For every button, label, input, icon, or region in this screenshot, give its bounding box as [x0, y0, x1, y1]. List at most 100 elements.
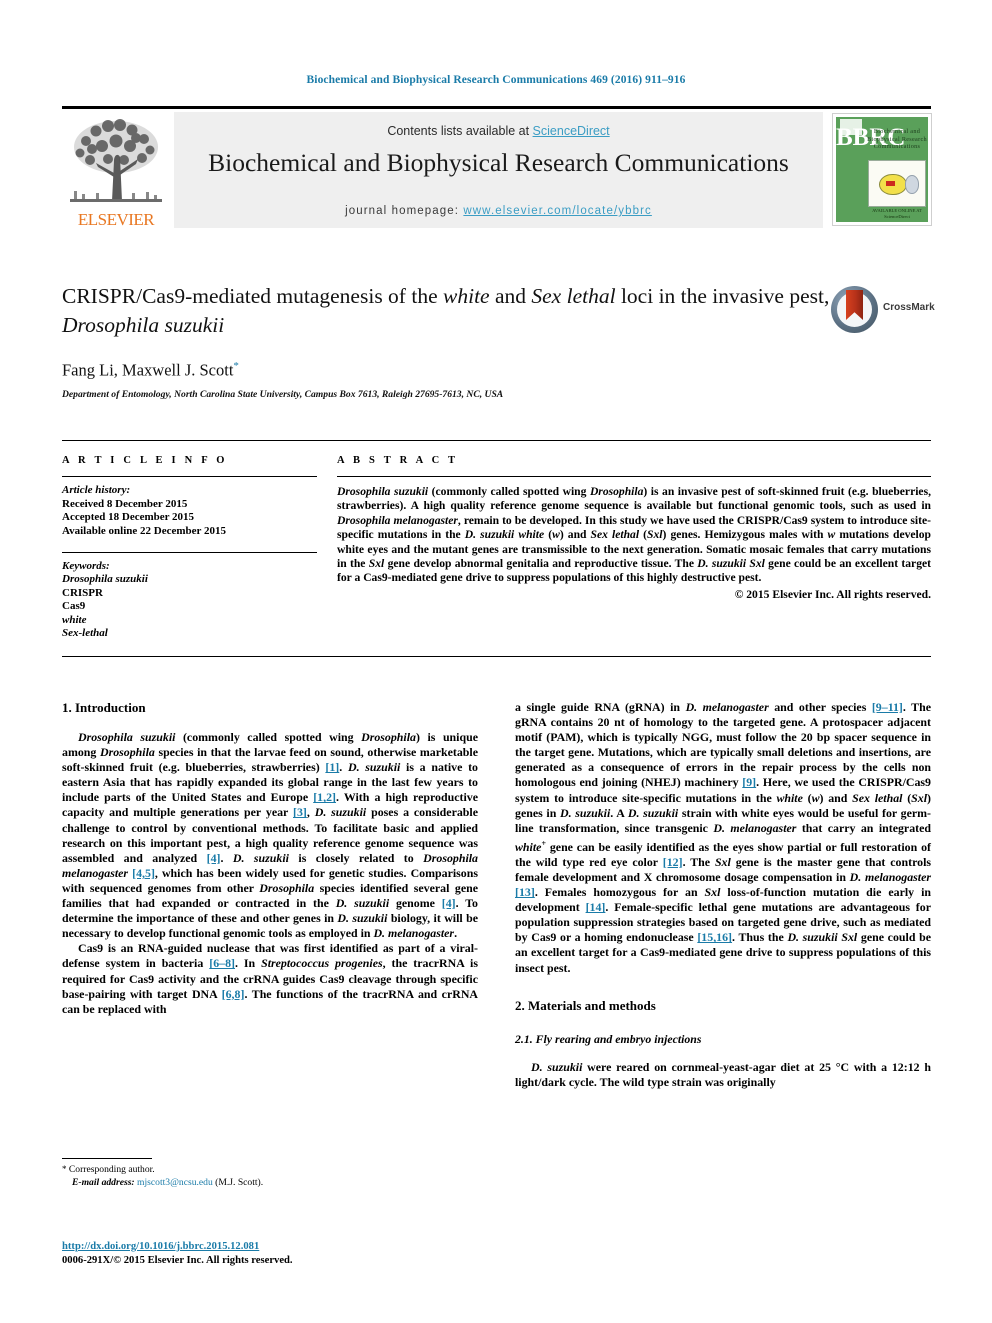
italic-term: D. suzukii Sxl: [787, 930, 858, 945]
citation-reference[interactable]: [9]: [742, 775, 756, 789]
divider: [62, 552, 317, 553]
italic-term: Drosophila melanogaster: [337, 513, 458, 527]
keyword-item: white: [62, 613, 87, 626]
citation-reference[interactable]: [4,5]: [132, 866, 155, 880]
body-column-left: 1. Introduction Drosophila suzukii (comm…: [62, 700, 478, 1017]
citation-reference[interactable]: [6–8]: [209, 956, 235, 970]
divider: [62, 476, 317, 477]
email-link[interactable]: mjscott3@ncsu.edu: [137, 1177, 213, 1188]
text-run: ) and: [819, 790, 853, 805]
email-suffix: (M.J. Scott).: [215, 1176, 264, 1188]
title-gene-sexlethal: Sex lethal: [531, 284, 616, 308]
citation-reference[interactable]: [4]: [207, 851, 221, 865]
italic-term: D. melanogaster: [849, 870, 932, 884]
text-run: ) genes. Hemizygous males with: [662, 528, 828, 542]
journal-masthead: ELSEVIER Contents lists available at Sci…: [62, 106, 932, 229]
title-species: Drosophila suzukii: [62, 313, 225, 337]
footnote-corresponding-text: Corresponding author.: [68, 1164, 155, 1175]
abstract-heading: A B S T R A C T: [337, 455, 459, 466]
text-run: (: [802, 790, 812, 805]
text-run: . Thus the: [732, 930, 788, 945]
text-run: gene develop abnormal genitalia and repr…: [384, 557, 698, 571]
running-head: Biochemical and Biophysical Research Com…: [306, 74, 686, 86]
citation-reference[interactable]: [1]: [325, 760, 339, 774]
italic-term: D. suzukii Sxl: [697, 557, 765, 571]
abstract-column: A B S T R A C T Drosophila suzukii (comm…: [337, 441, 931, 601]
text-run: (commonly called spotted wing: [428, 485, 590, 498]
title-segment: loci in the invasive pest,: [615, 284, 830, 308]
journal-cover-thumbnail[interactable]: BBRC Biochemical and Biophysical Researc…: [832, 113, 932, 226]
citation-reference[interactable]: [14]: [586, 900, 606, 914]
italic-term: white: [776, 790, 803, 805]
citation-reference[interactable]: [3]: [293, 805, 307, 819]
masthead-banner: Contents lists available at ScienceDirec…: [174, 112, 823, 228]
italic-term: white: [515, 839, 542, 854]
section-heading-introduction: 1. Introduction: [62, 700, 146, 715]
keyword-item: Sex-lethal: [62, 627, 108, 640]
doi-link[interactable]: http://dx.doi.org/10.1016/j.bbrc.2015.12…: [62, 1241, 259, 1252]
italic-term: D. melanogaster: [373, 926, 455, 941]
text-run: ) and: [559, 528, 591, 542]
crossmark-icon: [831, 286, 878, 333]
italic-term: D. suzukii: [347, 760, 401, 775]
citation-reference[interactable]: [1,2]: [313, 790, 336, 804]
keyword-item: Cas9: [62, 600, 86, 613]
citation-reference[interactable]: [13]: [515, 885, 535, 899]
text-run: .: [220, 850, 233, 865]
cover-footer-text: AVAILABLE ONLINE AT ScienceDirect: [872, 208, 922, 219]
text-run: . The: [682, 854, 715, 869]
italic-term: Drosophila suzukii: [337, 485, 429, 498]
title-block: CRISPR/Cas9-mediated mutagenesis of the …: [62, 282, 935, 400]
keywords-label: Keywords:: [62, 560, 110, 572]
crossmark-badge[interactable]: CrossMark: [831, 286, 935, 338]
contents-prefix: Contents lists available at: [387, 124, 533, 138]
text-run: is closely related to: [288, 850, 424, 865]
article-history-label: Article history:: [62, 484, 131, 496]
text-run: a single guide RNA (gRNA) in: [515, 700, 686, 714]
article-info-heading: A R T I C L E I N F O: [62, 455, 228, 466]
journal-article-page: Biochemical and Biophysical Research Com…: [0, 0, 992, 1323]
contents-list-line: Contents lists available at ScienceDirec…: [174, 124, 823, 138]
divider: [62, 656, 931, 657]
italic-term: Sxl: [368, 557, 385, 571]
italic-term: D. suzukii: [337, 911, 388, 926]
corresponding-author-marker[interactable]: *: [233, 360, 239, 372]
italic-term: D. melanogaster: [713, 820, 797, 835]
homepage-label: journal homepage:: [345, 205, 460, 217]
history-accepted: Accepted 18 December 2015: [62, 511, 195, 523]
author-list: Fang Li, Maxwell J. Scott*: [62, 360, 931, 381]
paragraph: Drosophila suzukii (commonly called spot…: [62, 730, 478, 941]
history-received: Received 8 December 2015: [62, 497, 188, 510]
journal-homepage-line: journal homepage: www.elsevier.com/locat…: [174, 205, 823, 217]
citation-reference[interactable]: [15,16]: [697, 930, 732, 944]
citation-reference[interactable]: [9–11]: [872, 700, 903, 714]
sciencedirect-link[interactable]: ScienceDirect: [533, 124, 610, 138]
citation-reference[interactable]: [4]: [442, 896, 456, 910]
journal-homepage-link[interactable]: www.elsevier.com/locate/ybbrc: [463, 205, 652, 217]
title-segment: CRISPR/Cas9-mediated mutagenesis of the: [62, 284, 443, 308]
keywords-list: Keywords: Drosophila suzukii CRISPR Cas9…: [62, 560, 317, 640]
text-run: (: [639, 528, 648, 542]
italic-term: w: [552, 528, 560, 542]
italic-term: Drosophila: [99, 745, 155, 760]
italic-term: Sex lethal: [590, 528, 640, 542]
text-run: . A: [610, 805, 628, 820]
elsevier-wordmark: ELSEVIER: [77, 210, 155, 229]
paragraph: a single guide RNA (gRNA) in D. melanoga…: [515, 700, 931, 976]
info-abstract-section: A R T I C L E I N F O Article history: R…: [62, 440, 931, 657]
italic-term: Sxl: [911, 790, 928, 805]
article-history: Article history: Received 8 December 201…: [62, 484, 317, 538]
corresponding-author-footnote: * Corresponding author. E-mail address: …: [62, 1158, 392, 1189]
text-run: that carry an integrated: [796, 820, 932, 835]
italic-term: Sex lethal: [852, 790, 903, 805]
author-names: Fang Li, Maxwell J. Scott: [62, 360, 234, 380]
footnote-line-1: * Corresponding author.: [62, 1163, 392, 1177]
text-run: . Females homozygous for an: [534, 885, 705, 900]
section-heading-materials: 2. Materials and methods: [515, 997, 656, 1013]
citation-reference[interactable]: [6,8]: [222, 987, 245, 1001]
citation-reference[interactable]: [12]: [663, 855, 683, 869]
title-gene-white: white: [443, 284, 490, 308]
italic-term: D. suzukii: [232, 850, 289, 865]
divider: [62, 1158, 152, 1159]
italic-term: D. suzukii white: [464, 528, 545, 542]
